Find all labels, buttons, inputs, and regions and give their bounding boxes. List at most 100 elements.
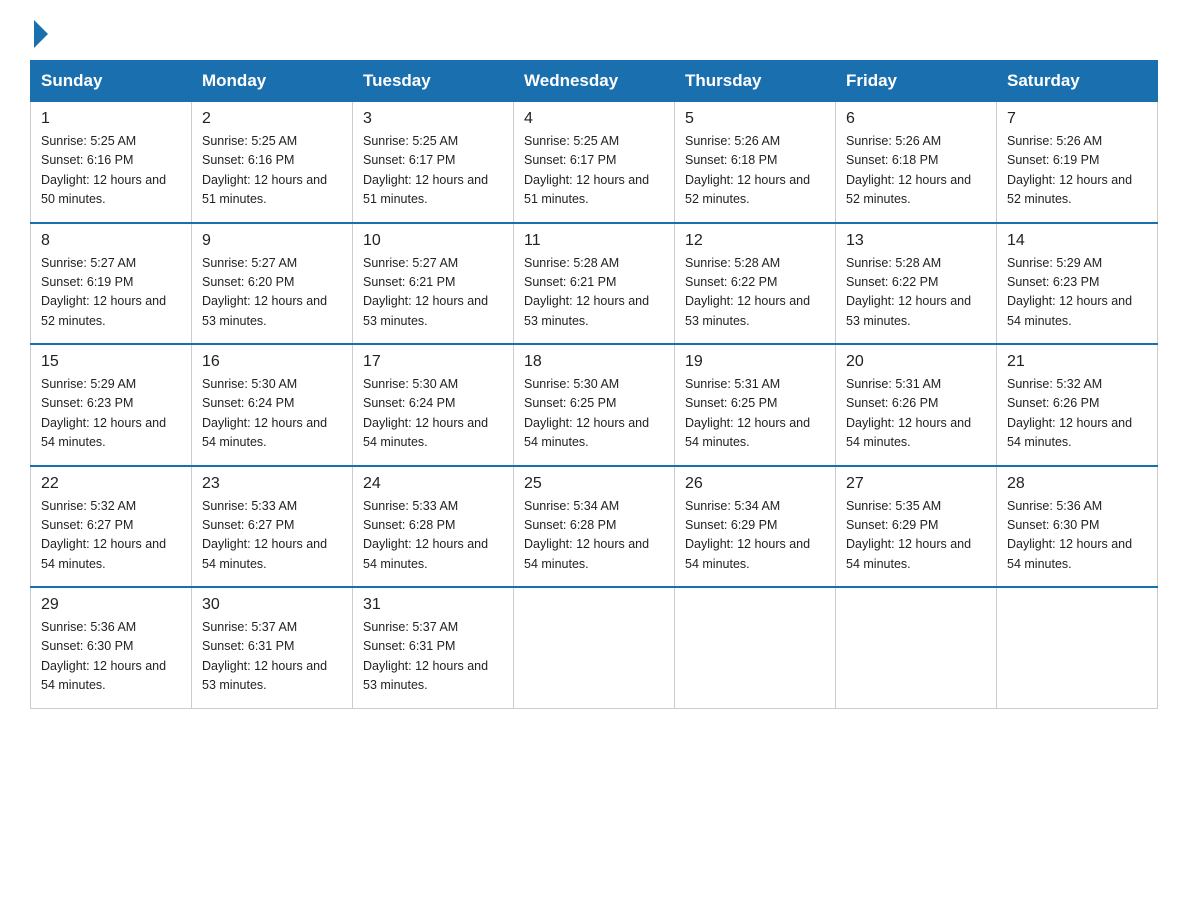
day-number: 22	[41, 475, 181, 493]
calendar-cell: 4 Sunrise: 5:25 AMSunset: 6:17 PMDayligh…	[514, 102, 675, 223]
header-friday: Friday	[836, 61, 997, 102]
day-info: Sunrise: 5:36 AMSunset: 6:30 PMDaylight:…	[1007, 497, 1147, 575]
calendar-cell	[675, 587, 836, 708]
day-info: Sunrise: 5:33 AMSunset: 6:27 PMDaylight:…	[202, 497, 342, 575]
calendar-cell: 1 Sunrise: 5:25 AMSunset: 6:16 PMDayligh…	[31, 102, 192, 223]
day-number: 26	[685, 475, 825, 493]
calendar-cell: 2 Sunrise: 5:25 AMSunset: 6:16 PMDayligh…	[192, 102, 353, 223]
calendar-cell: 7 Sunrise: 5:26 AMSunset: 6:19 PMDayligh…	[997, 102, 1158, 223]
day-number: 16	[202, 353, 342, 371]
day-info: Sunrise: 5:30 AMSunset: 6:25 PMDaylight:…	[524, 375, 664, 453]
day-number: 8	[41, 232, 181, 250]
day-info: Sunrise: 5:32 AMSunset: 6:26 PMDaylight:…	[1007, 375, 1147, 453]
calendar-cell: 12 Sunrise: 5:28 AMSunset: 6:22 PMDaylig…	[675, 223, 836, 345]
day-info: Sunrise: 5:28 AMSunset: 6:22 PMDaylight:…	[846, 254, 986, 332]
header-wednesday: Wednesday	[514, 61, 675, 102]
header-thursday: Thursday	[675, 61, 836, 102]
calendar-cell: 29 Sunrise: 5:36 AMSunset: 6:30 PMDaylig…	[31, 587, 192, 708]
day-number: 7	[1007, 110, 1147, 128]
calendar-cell: 23 Sunrise: 5:33 AMSunset: 6:27 PMDaylig…	[192, 466, 353, 588]
day-number: 13	[846, 232, 986, 250]
calendar-week-row: 8 Sunrise: 5:27 AMSunset: 6:19 PMDayligh…	[31, 223, 1158, 345]
calendar-cell: 16 Sunrise: 5:30 AMSunset: 6:24 PMDaylig…	[192, 344, 353, 466]
calendar-cell: 6 Sunrise: 5:26 AMSunset: 6:18 PMDayligh…	[836, 102, 997, 223]
day-number: 5	[685, 110, 825, 128]
day-number: 14	[1007, 232, 1147, 250]
day-number: 11	[524, 232, 664, 250]
day-info: Sunrise: 5:27 AMSunset: 6:20 PMDaylight:…	[202, 254, 342, 332]
calendar-cell: 11 Sunrise: 5:28 AMSunset: 6:21 PMDaylig…	[514, 223, 675, 345]
day-number: 6	[846, 110, 986, 128]
day-info: Sunrise: 5:29 AMSunset: 6:23 PMDaylight:…	[1007, 254, 1147, 332]
calendar-cell: 5 Sunrise: 5:26 AMSunset: 6:18 PMDayligh…	[675, 102, 836, 223]
calendar-cell: 13 Sunrise: 5:28 AMSunset: 6:22 PMDaylig…	[836, 223, 997, 345]
calendar-cell: 30 Sunrise: 5:37 AMSunset: 6:31 PMDaylig…	[192, 587, 353, 708]
calendar-cell: 15 Sunrise: 5:29 AMSunset: 6:23 PMDaylig…	[31, 344, 192, 466]
day-number: 21	[1007, 353, 1147, 371]
day-info: Sunrise: 5:30 AMSunset: 6:24 PMDaylight:…	[363, 375, 503, 453]
day-number: 29	[41, 596, 181, 614]
day-info: Sunrise: 5:32 AMSunset: 6:27 PMDaylight:…	[41, 497, 181, 575]
day-info: Sunrise: 5:28 AMSunset: 6:22 PMDaylight:…	[685, 254, 825, 332]
page-header	[30, 24, 1158, 42]
header-saturday: Saturday	[997, 61, 1158, 102]
day-number: 25	[524, 475, 664, 493]
calendar-week-row: 15 Sunrise: 5:29 AMSunset: 6:23 PMDaylig…	[31, 344, 1158, 466]
calendar-cell: 8 Sunrise: 5:27 AMSunset: 6:19 PMDayligh…	[31, 223, 192, 345]
day-number: 27	[846, 475, 986, 493]
day-info: Sunrise: 5:37 AMSunset: 6:31 PMDaylight:…	[202, 618, 342, 696]
calendar-cell	[997, 587, 1158, 708]
calendar-week-row: 1 Sunrise: 5:25 AMSunset: 6:16 PMDayligh…	[31, 102, 1158, 223]
day-info: Sunrise: 5:27 AMSunset: 6:21 PMDaylight:…	[363, 254, 503, 332]
day-number: 17	[363, 353, 503, 371]
calendar-cell: 10 Sunrise: 5:27 AMSunset: 6:21 PMDaylig…	[353, 223, 514, 345]
day-info: Sunrise: 5:25 AMSunset: 6:17 PMDaylight:…	[524, 132, 664, 210]
day-number: 15	[41, 353, 181, 371]
day-number: 19	[685, 353, 825, 371]
day-info: Sunrise: 5:26 AMSunset: 6:19 PMDaylight:…	[1007, 132, 1147, 210]
day-info: Sunrise: 5:28 AMSunset: 6:21 PMDaylight:…	[524, 254, 664, 332]
calendar-cell: 31 Sunrise: 5:37 AMSunset: 6:31 PMDaylig…	[353, 587, 514, 708]
calendar-cell: 3 Sunrise: 5:25 AMSunset: 6:17 PMDayligh…	[353, 102, 514, 223]
logo	[30, 24, 48, 42]
calendar-cell: 18 Sunrise: 5:30 AMSunset: 6:25 PMDaylig…	[514, 344, 675, 466]
day-number: 4	[524, 110, 664, 128]
calendar-cell: 19 Sunrise: 5:31 AMSunset: 6:25 PMDaylig…	[675, 344, 836, 466]
logo-arrow-icon	[34, 20, 48, 48]
day-number: 23	[202, 475, 342, 493]
day-info: Sunrise: 5:29 AMSunset: 6:23 PMDaylight:…	[41, 375, 181, 453]
day-info: Sunrise: 5:25 AMSunset: 6:17 PMDaylight:…	[363, 132, 503, 210]
day-info: Sunrise: 5:31 AMSunset: 6:25 PMDaylight:…	[685, 375, 825, 453]
day-info: Sunrise: 5:35 AMSunset: 6:29 PMDaylight:…	[846, 497, 986, 575]
calendar-week-row: 22 Sunrise: 5:32 AMSunset: 6:27 PMDaylig…	[31, 466, 1158, 588]
calendar-cell: 14 Sunrise: 5:29 AMSunset: 6:23 PMDaylig…	[997, 223, 1158, 345]
calendar-cell: 24 Sunrise: 5:33 AMSunset: 6:28 PMDaylig…	[353, 466, 514, 588]
day-info: Sunrise: 5:31 AMSunset: 6:26 PMDaylight:…	[846, 375, 986, 453]
day-info: Sunrise: 5:34 AMSunset: 6:29 PMDaylight:…	[685, 497, 825, 575]
calendar-header-row: SundayMondayTuesdayWednesdayThursdayFrid…	[31, 61, 1158, 102]
calendar-cell: 9 Sunrise: 5:27 AMSunset: 6:20 PMDayligh…	[192, 223, 353, 345]
header-tuesday: Tuesday	[353, 61, 514, 102]
day-number: 30	[202, 596, 342, 614]
day-info: Sunrise: 5:34 AMSunset: 6:28 PMDaylight:…	[524, 497, 664, 575]
day-number: 2	[202, 110, 342, 128]
day-number: 18	[524, 353, 664, 371]
calendar-cell: 27 Sunrise: 5:35 AMSunset: 6:29 PMDaylig…	[836, 466, 997, 588]
calendar-cell: 20 Sunrise: 5:31 AMSunset: 6:26 PMDaylig…	[836, 344, 997, 466]
day-info: Sunrise: 5:26 AMSunset: 6:18 PMDaylight:…	[846, 132, 986, 210]
day-info: Sunrise: 5:36 AMSunset: 6:30 PMDaylight:…	[41, 618, 181, 696]
day-number: 24	[363, 475, 503, 493]
day-number: 1	[41, 110, 181, 128]
day-number: 3	[363, 110, 503, 128]
calendar-cell: 21 Sunrise: 5:32 AMSunset: 6:26 PMDaylig…	[997, 344, 1158, 466]
day-info: Sunrise: 5:27 AMSunset: 6:19 PMDaylight:…	[41, 254, 181, 332]
day-info: Sunrise: 5:25 AMSunset: 6:16 PMDaylight:…	[202, 132, 342, 210]
calendar-table: SundayMondayTuesdayWednesdayThursdayFrid…	[30, 60, 1158, 709]
day-number: 20	[846, 353, 986, 371]
calendar-cell	[514, 587, 675, 708]
day-info: Sunrise: 5:33 AMSunset: 6:28 PMDaylight:…	[363, 497, 503, 575]
calendar-cell: 28 Sunrise: 5:36 AMSunset: 6:30 PMDaylig…	[997, 466, 1158, 588]
day-number: 28	[1007, 475, 1147, 493]
calendar-cell: 17 Sunrise: 5:30 AMSunset: 6:24 PMDaylig…	[353, 344, 514, 466]
calendar-week-row: 29 Sunrise: 5:36 AMSunset: 6:30 PMDaylig…	[31, 587, 1158, 708]
